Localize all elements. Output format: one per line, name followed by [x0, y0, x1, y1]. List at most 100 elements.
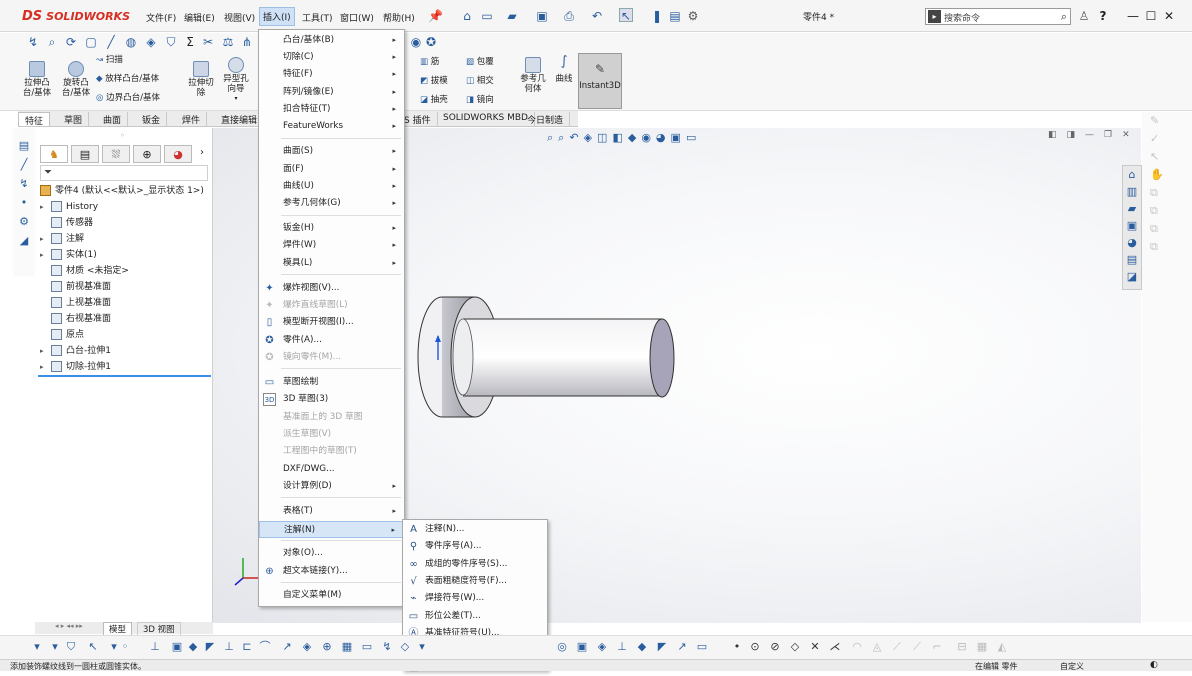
- extrude-cut-button[interactable]: 拉伸切 除: [183, 61, 219, 98]
- expand-arrow-icon[interactable]: ▸: [40, 232, 48, 246]
- forum-icon[interactable]: ◪: [1123, 268, 1141, 285]
- tab-3d-view[interactable]: 3D 视图: [137, 622, 181, 636]
- section-view-icon[interactable]: ◈: [144, 35, 158, 49]
- insert-menu-item[interactable]: 自定义菜单(M): [259, 587, 404, 604]
- insert-menu-item[interactable]: DXF/DWG...: [259, 461, 404, 478]
- hole-wizard-dropdown-icon[interactable]: ▾: [218, 94, 254, 104]
- traffic-light-icon[interactable]: ❚: [650, 9, 664, 23]
- zoom-to-fit-icon[interactable]: ⌕: [547, 131, 553, 147]
- sketch-tool-icon-6[interactable]: ⧉: [1150, 202, 1192, 220]
- insert-menu-item[interactable]: 模具(L) ▸: [259, 255, 404, 272]
- undo-icon[interactable]: ↶: [590, 9, 604, 23]
- hole-wizard-button[interactable]: 异型孔 向导 ▾: [218, 57, 254, 104]
- search-icon[interactable]: ⌕: [1061, 10, 1067, 24]
- menu-help[interactable]: 帮助(H): [380, 9, 418, 26]
- bottom-toolbar-icon[interactable]: ▾: [48, 640, 62, 654]
- bottom-toolbar-icon[interactable]: ◦: [118, 640, 132, 654]
- bottom-toolbar-icon[interactable]: ◇: [398, 640, 412, 654]
- bottom-toolbar-icon[interactable]: ⛉: [64, 640, 78, 654]
- bottom-toolbar-icon[interactable]: ▦: [340, 640, 354, 654]
- feature-manager-icon[interactable]: ▤: [13, 136, 35, 155]
- wrap-button[interactable]: ▧ 包覆: [466, 57, 494, 67]
- insert-menu-item[interactable]: FeatureWorks ▸: [259, 118, 404, 135]
- mirror-side-icon[interactable]: ◢: [13, 231, 35, 250]
- tree-item[interactable]: ▸ History: [40, 200, 98, 214]
- tree-item[interactable]: ▸ 注解: [40, 232, 84, 246]
- bottom-toolbar-icon[interactable]: ◤: [203, 640, 217, 654]
- annotation-menu-item[interactable]: ∞ 成组的零件序号(S)...: [403, 556, 547, 573]
- new-document-icon[interactable]: ▭: [480, 9, 494, 23]
- pin-icon[interactable]: 📌: [428, 9, 443, 23]
- custom-properties-icon[interactable]: ▤: [1123, 251, 1141, 268]
- mirror-button[interactable]: ◨ 镜向: [466, 95, 494, 105]
- menu-file[interactable]: 文件(F): [143, 9, 179, 26]
- circle-tool-icon[interactable]: ◉: [409, 35, 423, 49]
- tab-sheet-metal[interactable]: 钣金: [136, 112, 168, 126]
- draft-button[interactable]: ◩ 拔模: [420, 76, 448, 86]
- viewport-restore-icon[interactable]: ◧: [1048, 130, 1057, 140]
- insert-menu-item[interactable]: 参考几何体(G) ▸: [259, 195, 404, 212]
- insert-menu-item[interactable]: ✦ 爆炸视图(V)...: [259, 280, 404, 297]
- property-manager-tab-icon[interactable]: ▤: [71, 145, 99, 163]
- insert-menu-item[interactable]: 曲线(U) ▸: [259, 178, 404, 195]
- bottom-toolbar-icon[interactable]: ⊕: [320, 640, 334, 654]
- bottom-toolbar-icon[interactable]: ⊙: [748, 640, 762, 654]
- bottom-toolbar-icon[interactable]: ↗: [675, 640, 689, 654]
- filter-field[interactable]: ⏷: [40, 165, 208, 181]
- bottom-toolbar-icon[interactable]: ◈: [300, 640, 314, 654]
- viewport-maximize-icon[interactable]: ❐: [1104, 130, 1112, 140]
- annotation-menu-item[interactable]: ▭ 形位公差(T)...: [403, 608, 547, 625]
- bottom-toolbar-icon[interactable]: ⊘: [768, 640, 782, 654]
- grid-icon[interactable]: ⋔: [240, 35, 254, 49]
- bottom-toolbar-icon[interactable]: ⌒: [258, 640, 272, 654]
- bottom-toolbar-icon[interactable]: ⊏: [240, 640, 254, 654]
- sketch-tool-icon-3[interactable]: ↖: [1150, 148, 1192, 166]
- insert-menu-item[interactable]: 表格(T) ▸: [259, 503, 404, 520]
- bottom-toolbar-icon[interactable]: ◈: [595, 640, 609, 654]
- insert-menu-item[interactable]: 面(F) ▸: [259, 161, 404, 178]
- sketch-icon[interactable]: ▢: [84, 35, 98, 49]
- bottom-toolbar-icon[interactable]: ⟋: [890, 640, 904, 654]
- tab-weldments[interactable]: 焊件: [176, 112, 208, 126]
- home-icon[interactable]: ⌂: [460, 9, 474, 23]
- resources-home-icon[interactable]: ⌂: [1123, 166, 1141, 183]
- status-help-icon[interactable]: ◐: [1150, 660, 1158, 670]
- expand-arrow-icon[interactable]: ▸: [40, 344, 48, 358]
- view-orientation-icon[interactable]: ◧: [612, 131, 622, 147]
- smart-dimension-icon[interactable]: ↯: [26, 35, 40, 49]
- tabs-more-icon[interactable]: ›: [200, 147, 204, 158]
- view-settings-icon[interactable]: ▭: [686, 131, 696, 147]
- bottom-toolbar-icon[interactable]: ▭: [695, 640, 709, 654]
- rotate-icon[interactable]: ⟳: [64, 35, 78, 49]
- expand-arrow-icon[interactable]: ▸: [40, 360, 48, 374]
- rib-button[interactable]: ▥ 筋: [420, 57, 439, 67]
- design-library-icon[interactable]: ▥: [1123, 183, 1141, 200]
- panel-grip-icon[interactable]: ◦: [120, 131, 125, 140]
- insert-menu-item[interactable]: 设计算例(D) ▸: [259, 478, 404, 495]
- sketch-tool-icon-4[interactable]: ✋: [1150, 166, 1192, 184]
- bottom-toolbar-icon[interactable]: ⋌: [828, 640, 842, 654]
- tree-item[interactable]: 前视基准面: [40, 280, 111, 294]
- tab-nav-icons[interactable]: ◂ ▸ ◂◂ ▸▸: [55, 622, 83, 630]
- maximize-icon[interactable]: ☐: [1144, 9, 1158, 23]
- boundary-boss-button[interactable]: ◎ 边界凸台/基体: [96, 93, 160, 103]
- bottom-toolbar-icon[interactable]: ◆: [635, 640, 649, 654]
- minimize-icon[interactable]: —: [1126, 9, 1140, 23]
- configuration-manager-tab-icon[interactable]: ⛆: [102, 145, 130, 163]
- extrude-boss-button[interactable]: 拉伸凸 台/基体: [18, 61, 56, 98]
- bottom-toolbar-icon[interactable]: ▾: [30, 640, 44, 654]
- select-pointer-icon[interactable]: ↖: [619, 8, 633, 23]
- tab-sketch[interactable]: 草图: [58, 112, 90, 126]
- zoom-icon[interactable]: ⌕: [45, 35, 59, 49]
- relation-side-icon[interactable]: ⚙: [13, 212, 35, 231]
- sketch-tool-icon-5[interactable]: ⧉: [1150, 184, 1192, 202]
- tree-item[interactable]: 右视基准面: [40, 312, 111, 326]
- tree-item[interactable]: 原点: [40, 328, 84, 342]
- bottom-toolbar-icon[interactable]: ⌐: [930, 640, 944, 654]
- insert-menu-item[interactable]: 特征(F) ▸: [259, 66, 404, 83]
- insert-menu-item[interactable]: 扣合特征(T) ▸: [259, 101, 404, 118]
- reference-geometry-button[interactable]: 参考几 何体: [515, 57, 551, 94]
- bottom-toolbar-icon[interactable]: ✕: [808, 640, 822, 654]
- insert-menu-item[interactable]: 阵列/镜像(E) ▸: [259, 84, 404, 101]
- bottom-toolbar-icon[interactable]: ▭: [360, 640, 374, 654]
